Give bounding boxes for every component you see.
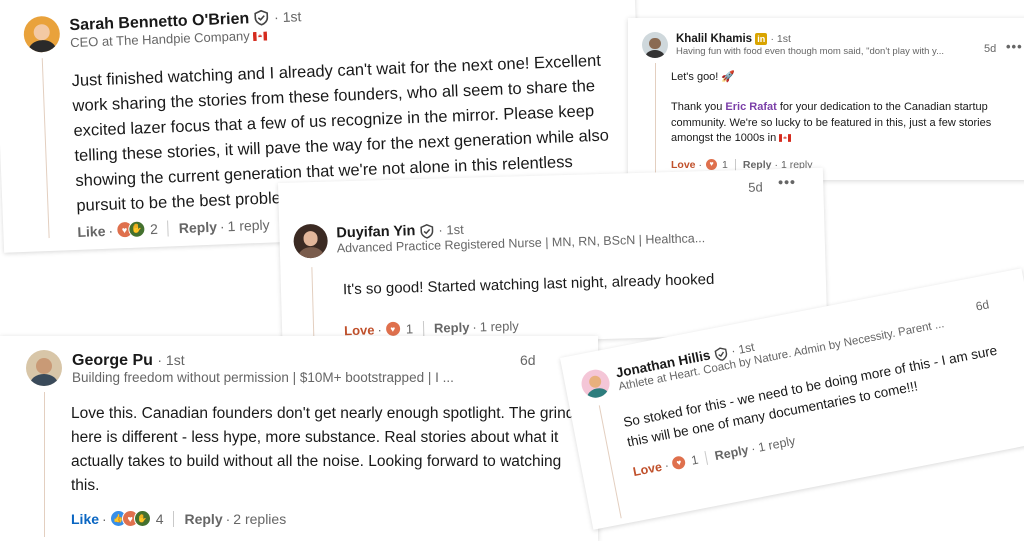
divider (704, 450, 709, 465)
like-button[interactable]: Like (71, 511, 99, 527)
reaction-count[interactable]: 4 (156, 511, 164, 527)
like-button[interactable]: Like (77, 222, 106, 239)
heart-reaction-icon: ♥ (670, 453, 688, 472)
reaction-count[interactable]: 1 (406, 321, 414, 336)
love-button[interactable]: Love (671, 159, 696, 171)
comment-body: Love this. Canadian founders don't get n… (71, 405, 575, 494)
thread-line (655, 63, 656, 173)
replies-link[interactable]: 1 reply (757, 433, 797, 454)
reaction-count[interactable]: 2 (150, 220, 158, 236)
comment-body: Thank you Eric Rafat for your dedication… (671, 100, 1011, 147)
divider (422, 320, 425, 336)
heart-reaction-icon: ♥ (705, 158, 719, 171)
reply-button[interactable]: Reply (179, 218, 218, 235)
verified-shield-icon (254, 10, 269, 26)
comment-actions: Like · 👍 ♥ ✋ 4 Reply · 2 replies (71, 510, 287, 527)
divider (734, 158, 736, 171)
canada-flag-icon (253, 31, 268, 41)
canada-flag-icon (779, 134, 792, 142)
reaction-count[interactable]: 1 (722, 159, 728, 171)
comment-card-george: George Pu · 1st Building freedom without… (0, 336, 598, 541)
timestamp: 5d (984, 43, 997, 55)
replies-link[interactable]: 1 reply (480, 318, 519, 334)
timestamp: 6d (974, 297, 991, 314)
thank-you-text: Thank you (671, 101, 726, 113)
comment-card-khalil: Khalil Khamis in · 1st Having fun with f… (628, 18, 1024, 180)
reply-button[interactable]: Reply (713, 442, 749, 462)
more-dots-icon[interactable]: ••• (1006, 39, 1023, 54)
replies-link[interactable]: 2 replies (233, 511, 286, 527)
thread-line (598, 405, 622, 519)
divider (167, 219, 170, 236)
comment-actions: Like · ♥ ✋ 2 Reply · 1 reply (77, 216, 270, 240)
reply-button[interactable]: Reply (434, 319, 470, 335)
love-button[interactable]: Love (632, 459, 663, 478)
comment-body: It's so good! Started watching last nigh… (342, 270, 715, 299)
thread-line (311, 267, 315, 343)
connection-degree: · 1st (770, 33, 791, 46)
linkedin-in-icon: in (755, 33, 768, 46)
connection-degree: · 1st (157, 351, 185, 368)
reply-button[interactable]: Reply (184, 511, 222, 527)
avatar[interactable] (23, 15, 61, 53)
author-name[interactable]: Khalil Khamis (676, 34, 752, 46)
avatar[interactable] (642, 32, 668, 58)
verified-shield-icon (420, 223, 434, 239)
thread-line (44, 392, 45, 537)
thread-line (41, 58, 50, 239)
more-dots-icon[interactable]: ••• (778, 174, 796, 190)
avatar[interactable] (293, 223, 329, 259)
clap-reaction-icon: ✋ (127, 220, 146, 239)
clap-reaction-icon: ✋ (133, 510, 151, 527)
divider (173, 510, 175, 527)
author-headline: Having fun with food even though mom sai… (676, 45, 944, 57)
timestamp: 6d (520, 352, 536, 368)
timestamp: 5d (748, 179, 763, 195)
author-headline: Building freedom without permission | $1… (72, 369, 454, 385)
comment-line-1: Let's goo! 🚀 (671, 71, 736, 83)
connection-degree: · 1st (438, 221, 464, 238)
mention-link[interactable]: Eric Rafat (725, 101, 776, 113)
reaction-count[interactable]: 1 (690, 452, 699, 467)
avatar[interactable] (26, 350, 62, 386)
connection-degree: · 1st (273, 7, 302, 25)
heart-reaction-icon: ♥ (384, 320, 402, 338)
author-name[interactable]: George Pu (72, 352, 153, 369)
avatar[interactable] (579, 367, 612, 401)
replies-link[interactable]: 1 reply (227, 216, 270, 234)
